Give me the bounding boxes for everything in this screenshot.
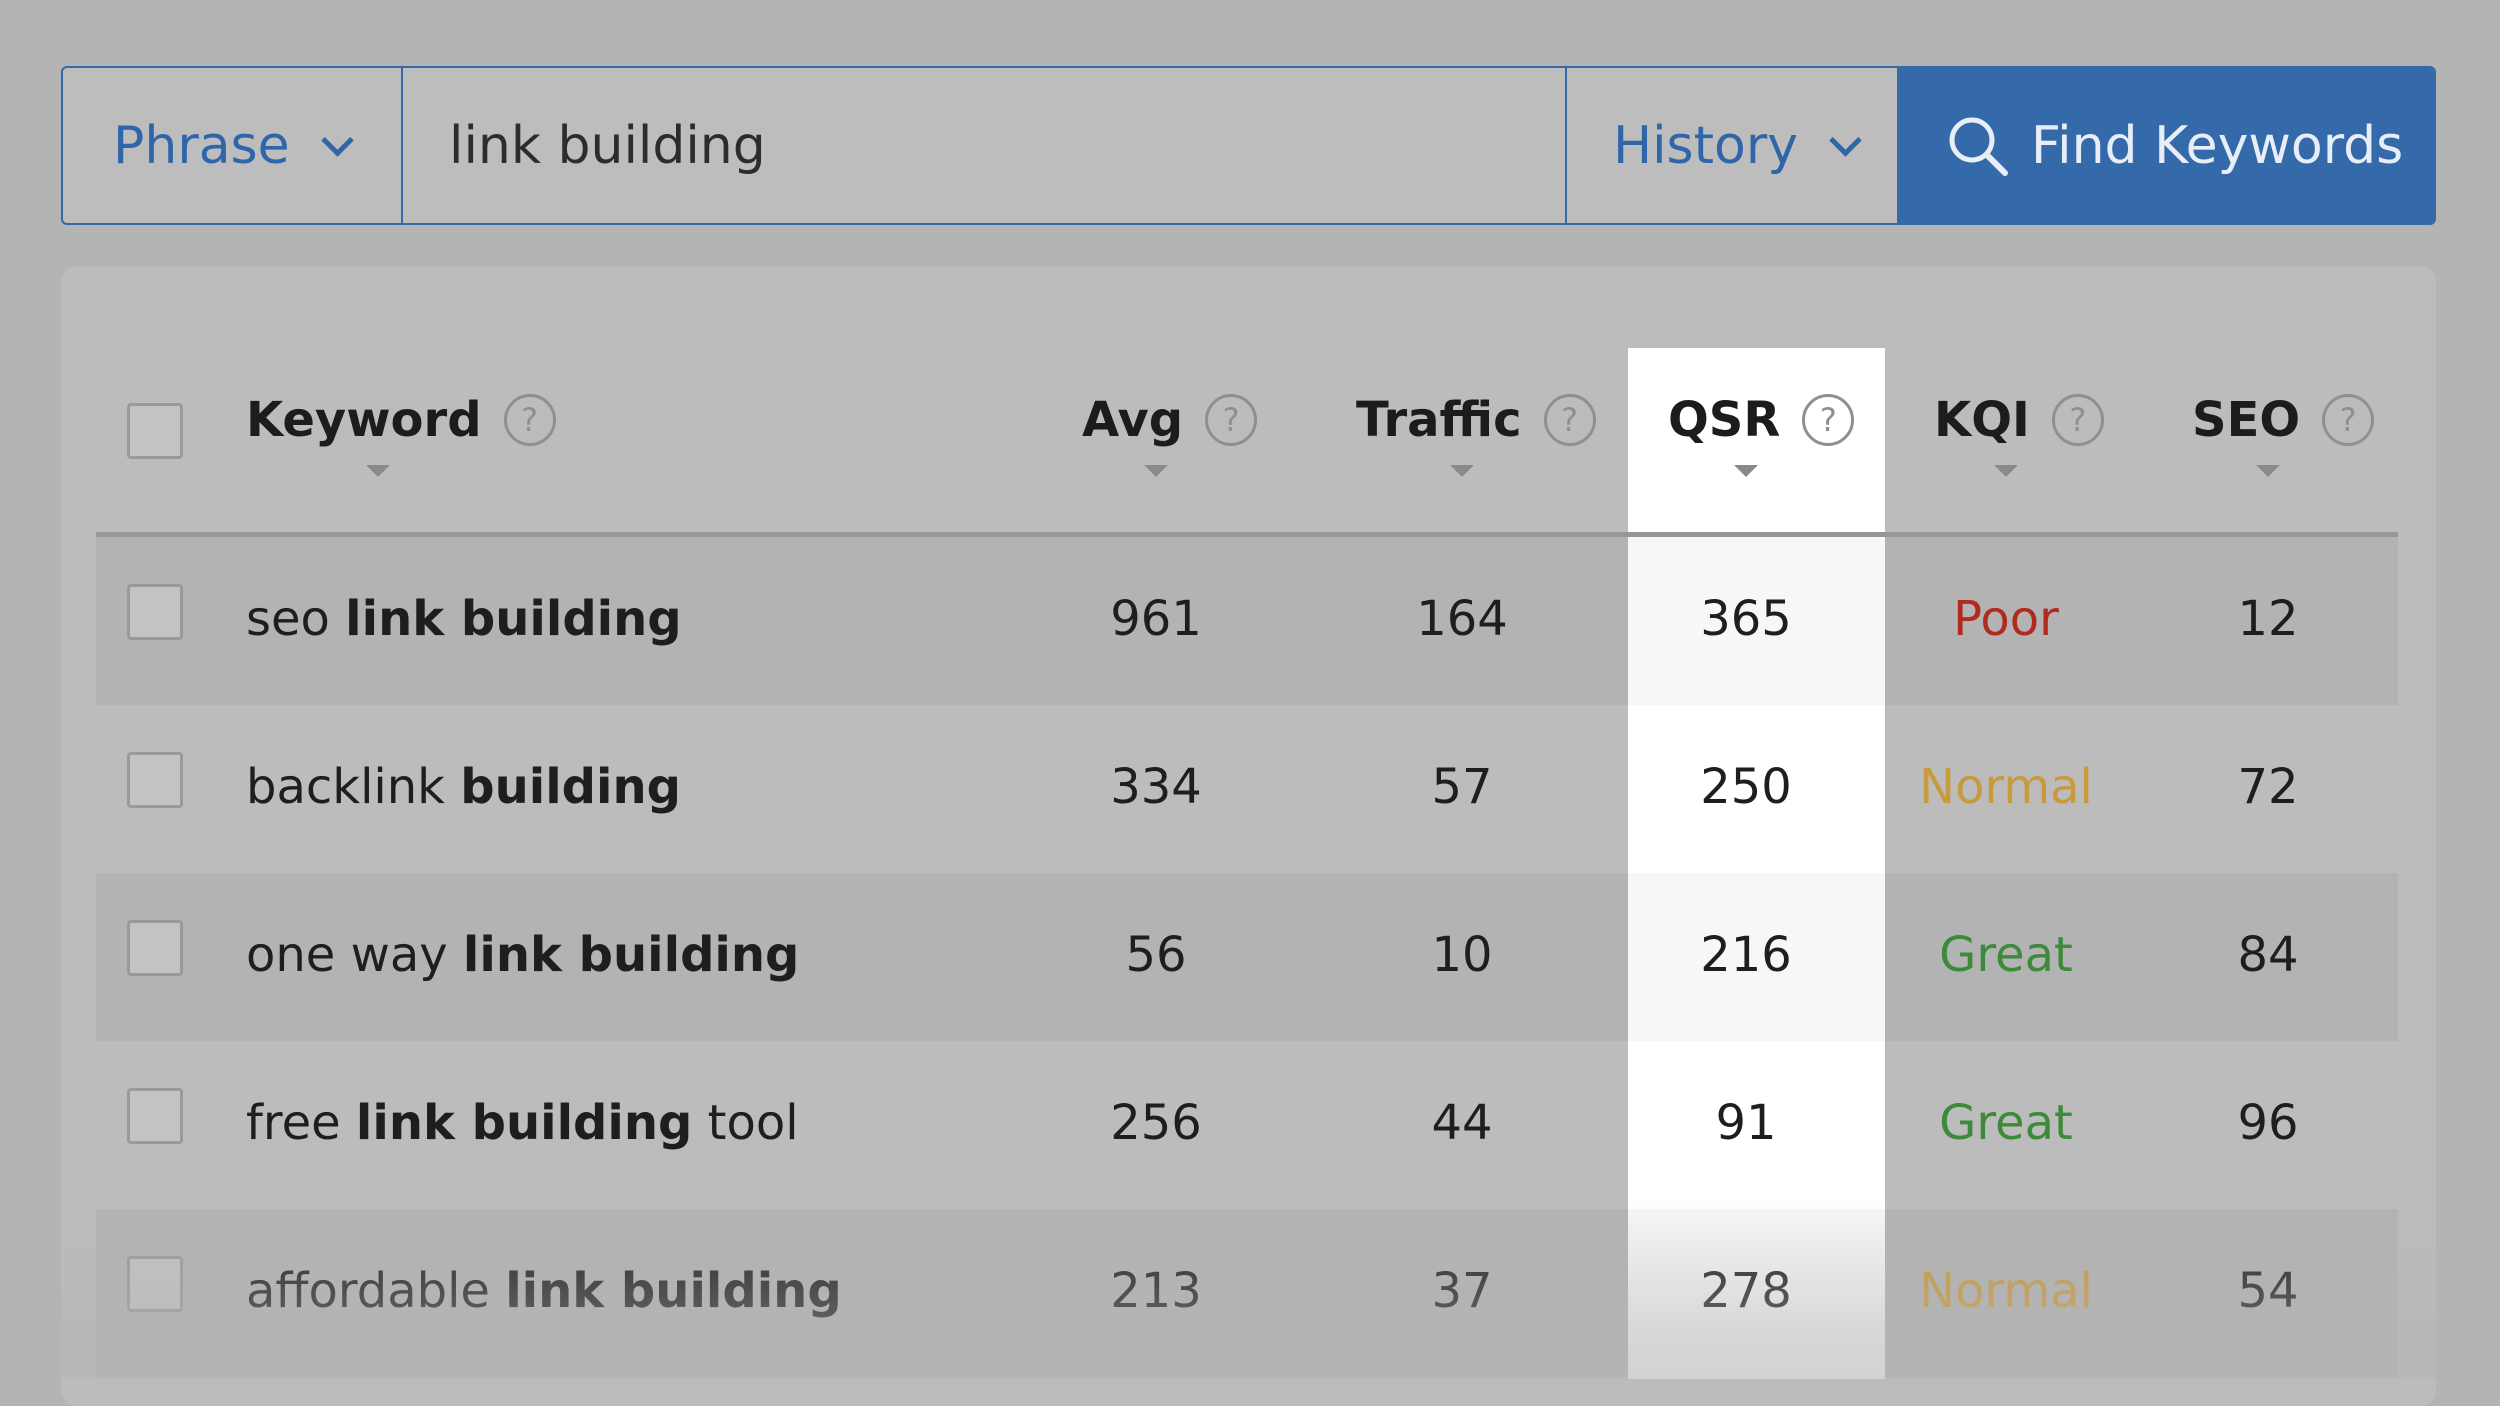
help-icon[interactable]: ? bbox=[1802, 394, 1855, 446]
history-dropdown[interactable]: History bbox=[1567, 68, 1897, 223]
kqi-cell: Great bbox=[1939, 1095, 2073, 1151]
history-label: History bbox=[1613, 115, 1798, 176]
kqi-cell: Normal bbox=[1919, 759, 2093, 815]
keyword-cell[interactable]: one way link building bbox=[246, 927, 799, 983]
sort-arrow-icon[interactable] bbox=[1734, 465, 1758, 477]
help-icon[interactable]: ? bbox=[2322, 394, 2375, 446]
seo-cell: 96 bbox=[2237, 1095, 2299, 1151]
traffic-cell: 164 bbox=[1416, 591, 1508, 647]
help-icon[interactable]: ? bbox=[1543, 394, 1596, 446]
traffic-cell: 10 bbox=[1431, 927, 1493, 983]
seo-cell: 54 bbox=[2237, 1263, 2299, 1319]
column-header-seo[interactable]: SEO ? bbox=[2192, 392, 2375, 448]
kqi-cell: Normal bbox=[1919, 1263, 2093, 1319]
keyword-cell[interactable]: seo link building bbox=[246, 591, 682, 647]
avg-header-label: Avg bbox=[1082, 392, 1184, 448]
seo-cell: 84 bbox=[2237, 927, 2299, 983]
qsr-cell: 216 bbox=[1700, 927, 1792, 983]
kqi-cell: Great bbox=[1939, 927, 2073, 983]
qsr-cell: 91 bbox=[1715, 1095, 1777, 1151]
find-keywords-label: Find Keywords bbox=[2031, 115, 2404, 176]
help-icon[interactable]: ? bbox=[503, 394, 556, 446]
select-all-checkbox[interactable] bbox=[127, 403, 183, 459]
keyword-search-bar: Phrase History Find Keywords bbox=[61, 66, 2436, 225]
sort-arrow-icon[interactable] bbox=[1144, 465, 1168, 477]
column-header-qsr[interactable]: QSR ? bbox=[1668, 392, 1855, 448]
seo-cell: 12 bbox=[2237, 591, 2299, 647]
row-checkbox[interactable] bbox=[127, 920, 183, 976]
sort-arrow-icon[interactable] bbox=[366, 465, 390, 477]
qsr-cell: 365 bbox=[1700, 591, 1792, 647]
avg-cell: 213 bbox=[1110, 1263, 1202, 1319]
avg-cell: 256 bbox=[1110, 1095, 1202, 1151]
sort-arrow-icon[interactable] bbox=[1994, 465, 2018, 477]
header-divider bbox=[96, 532, 2398, 537]
keyword-cell[interactable]: backlink building bbox=[246, 759, 681, 815]
find-keywords-button[interactable]: Find Keywords bbox=[1897, 68, 2434, 223]
qsr-cell: 250 bbox=[1700, 759, 1792, 815]
match-mode-label: Phrase bbox=[113, 115, 290, 176]
keyword-cell[interactable]: affordable link building bbox=[246, 1263, 842, 1319]
help-icon[interactable]: ? bbox=[2051, 394, 2104, 446]
traffic-header-label: Traffic bbox=[1356, 392, 1522, 448]
row-checkbox[interactable] bbox=[127, 584, 183, 640]
search-icon bbox=[1945, 113, 2011, 179]
sort-arrow-icon[interactable] bbox=[1450, 465, 1474, 477]
seo-cell: 72 bbox=[2237, 759, 2299, 815]
avg-cell: 334 bbox=[1110, 759, 1202, 815]
chevron-down-icon bbox=[320, 124, 354, 157]
match-mode-dropdown[interactable]: Phrase bbox=[63, 68, 403, 223]
column-header-traffic[interactable]: Traffic ? bbox=[1356, 392, 1596, 448]
traffic-cell: 37 bbox=[1431, 1263, 1493, 1319]
row-checkbox[interactable] bbox=[127, 1256, 183, 1312]
help-icon[interactable]: ? bbox=[1205, 394, 1258, 446]
kqi-cell: Poor bbox=[1953, 591, 2059, 647]
kqi-header-label: KQI bbox=[1934, 392, 2030, 448]
row-checkbox[interactable] bbox=[127, 1088, 183, 1144]
chevron-down-icon bbox=[1829, 124, 1862, 157]
keyword-header-label: Keyword bbox=[246, 392, 482, 448]
query-field-wrapper bbox=[403, 68, 1567, 223]
seo-header-label: SEO bbox=[2192, 392, 2301, 448]
row-checkbox[interactable] bbox=[127, 752, 183, 808]
avg-cell: 56 bbox=[1125, 927, 1187, 983]
keyword-cell[interactable]: free link building tool bbox=[246, 1095, 799, 1151]
avg-cell: 961 bbox=[1110, 591, 1202, 647]
sort-arrow-icon[interactable] bbox=[2256, 465, 2280, 477]
column-header-keyword[interactable]: Keyword ? bbox=[246, 392, 556, 448]
column-header-avg[interactable]: Avg ? bbox=[1082, 392, 1258, 448]
qsr-cell: 278 bbox=[1700, 1263, 1792, 1319]
traffic-cell: 44 bbox=[1431, 1095, 1493, 1151]
qsr-header-label: QSR bbox=[1668, 392, 1781, 448]
keyword-search-input[interactable] bbox=[449, 115, 1565, 176]
column-header-kqi[interactable]: KQI ? bbox=[1934, 392, 2104, 448]
traffic-cell: 57 bbox=[1431, 759, 1493, 815]
